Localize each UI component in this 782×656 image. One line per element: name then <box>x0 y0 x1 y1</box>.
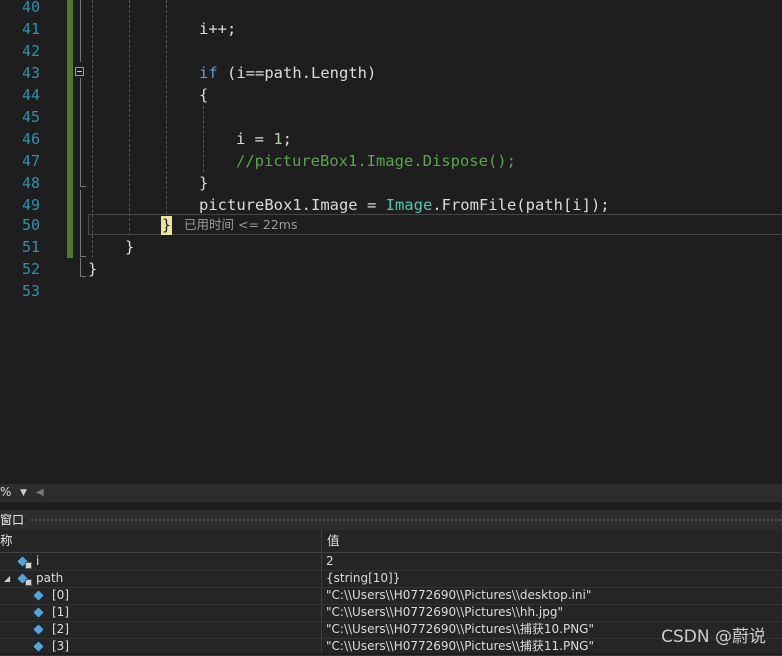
method-call: .FromFile(path[i]); <box>432 196 610 214</box>
line-number: 41 <box>21 20 40 38</box>
number-literal: 1 <box>273 130 283 148</box>
outline-line <box>80 258 81 276</box>
watch-row[interactable]: [0] "C:\\Users\\H0772690\\Pictures\\desk… <box>0 587 782 605</box>
row-value[interactable]: "C:\\Users\\H0772690\\Pictures\\捕获10.PNG… <box>326 621 594 638</box>
type-name: Image <box>385 196 433 214</box>
chevron-down-icon[interactable]: ▼ <box>20 484 27 502</box>
row-name: [3] <box>52 639 69 653</box>
triangle-left-icon[interactable]: ◀ <box>36 484 44 502</box>
column-header-name[interactable]: 称 <box>0 530 13 552</box>
element-icon <box>33 590 44 601</box>
outline-end <box>80 186 86 187</box>
code-line-47-comment: //pictureBox1.Image.Dispose(); <box>236 152 516 170</box>
element-icon <box>33 641 44 652</box>
row-name: path <box>36 571 64 585</box>
line-number: 48 <box>21 174 40 192</box>
code-line-43: if (i==path.Length) <box>199 62 376 84</box>
line-number: 51 <box>21 238 40 256</box>
code-line-52: } <box>88 260 98 278</box>
row-name: i <box>36 554 40 568</box>
spacer <box>0 502 782 510</box>
element-icon <box>33 624 44 635</box>
outline-end <box>80 256 86 257</box>
line-number: 46 <box>21 130 40 148</box>
row-value[interactable]: "C:\\Users\\H0772690\\Pictures\\desktop.… <box>326 587 591 604</box>
code-line-48: } <box>199 174 209 192</box>
line-number: 42 <box>21 42 40 60</box>
drag-grip[interactable] <box>30 518 782 523</box>
line-number: 49 <box>21 196 40 214</box>
column-header-value[interactable]: 值 <box>327 530 340 552</box>
matched-brace-highlight: } <box>161 216 172 235</box>
collapse-toggle-icon[interactable] <box>75 67 84 76</box>
line-number: 43 <box>21 64 40 82</box>
watermark: CSDN @蔚说 <box>661 627 766 647</box>
line-number: 44 <box>21 86 40 104</box>
outline-line <box>80 0 81 62</box>
row-value[interactable]: {string[10]} <box>326 570 400 587</box>
element-icon <box>33 607 44 618</box>
row-name: [0] <box>52 588 69 602</box>
code-line-51: } <box>125 238 135 256</box>
indent-guide <box>203 106 204 172</box>
perf-tip[interactable]: 已用时间 <= 22ms <box>184 214 298 236</box>
code-line-46: i = 1; <box>236 128 292 150</box>
lock-icon <box>25 579 32 586</box>
semicolon: ; <box>282 130 293 148</box>
panel-title: 窗口 <box>0 513 25 527</box>
indent-guide <box>129 0 130 236</box>
watch-row[interactable]: [1] "C:\\Users\\H0772690\\Pictures\\hh.j… <box>0 604 782 622</box>
row-value[interactable]: "C:\\Users\\H0772690\\Pictures\\捕获11.PNG… <box>326 638 594 655</box>
row-value[interactable]: 2 <box>326 553 334 570</box>
code-line-44: { <box>199 86 209 104</box>
line-number: 47 <box>21 152 40 170</box>
watch-panel-title-bar[interactable]: 窗口 <box>0 510 782 530</box>
assign-target: pictureBox1.Image = <box>199 196 386 214</box>
code-line-49: pictureBox1.Image = Image.FromFile(path[… <box>199 194 610 216</box>
row-value[interactable]: "C:\\Users\\H0772690\\Pictures\\hh.jpg" <box>326 604 563 621</box>
row-name: [1] <box>52 605 69 619</box>
code-line-41: i++; <box>199 20 237 38</box>
expand-triangle-icon[interactable]: ◢ <box>4 570 10 587</box>
if-condition: (i==path.Length) <box>217 64 377 82</box>
keyword-if: if <box>199 64 218 82</box>
watch-header: 称 值 <box>0 530 782 553</box>
outline-line <box>80 78 81 186</box>
editor-status-strip: % ▼ ◀ <box>0 484 782 502</box>
watch-row[interactable]: i 2 <box>0 553 782 571</box>
assign-text: i = <box>236 130 274 148</box>
line-number: 40 <box>21 0 40 16</box>
line-number: 45 <box>21 108 40 126</box>
line-number: 50 <box>21 216 40 234</box>
row-name: [2] <box>52 622 69 636</box>
code-editor[interactable]: 40 41 42 43 44 45 46 47 48 49 50 51 52 5… <box>0 0 782 484</box>
indent-guide <box>166 0 167 214</box>
zoom-level[interactable]: % <box>0 485 11 499</box>
line-number: 52 <box>21 260 40 278</box>
outline-line <box>80 190 81 256</box>
outline-end <box>80 276 86 277</box>
line-number: 53 <box>21 282 40 300</box>
watch-row[interactable]: ◢ path {string[10]} <box>0 570 782 588</box>
lock-icon <box>25 562 32 569</box>
change-indicator-bar <box>67 0 73 258</box>
